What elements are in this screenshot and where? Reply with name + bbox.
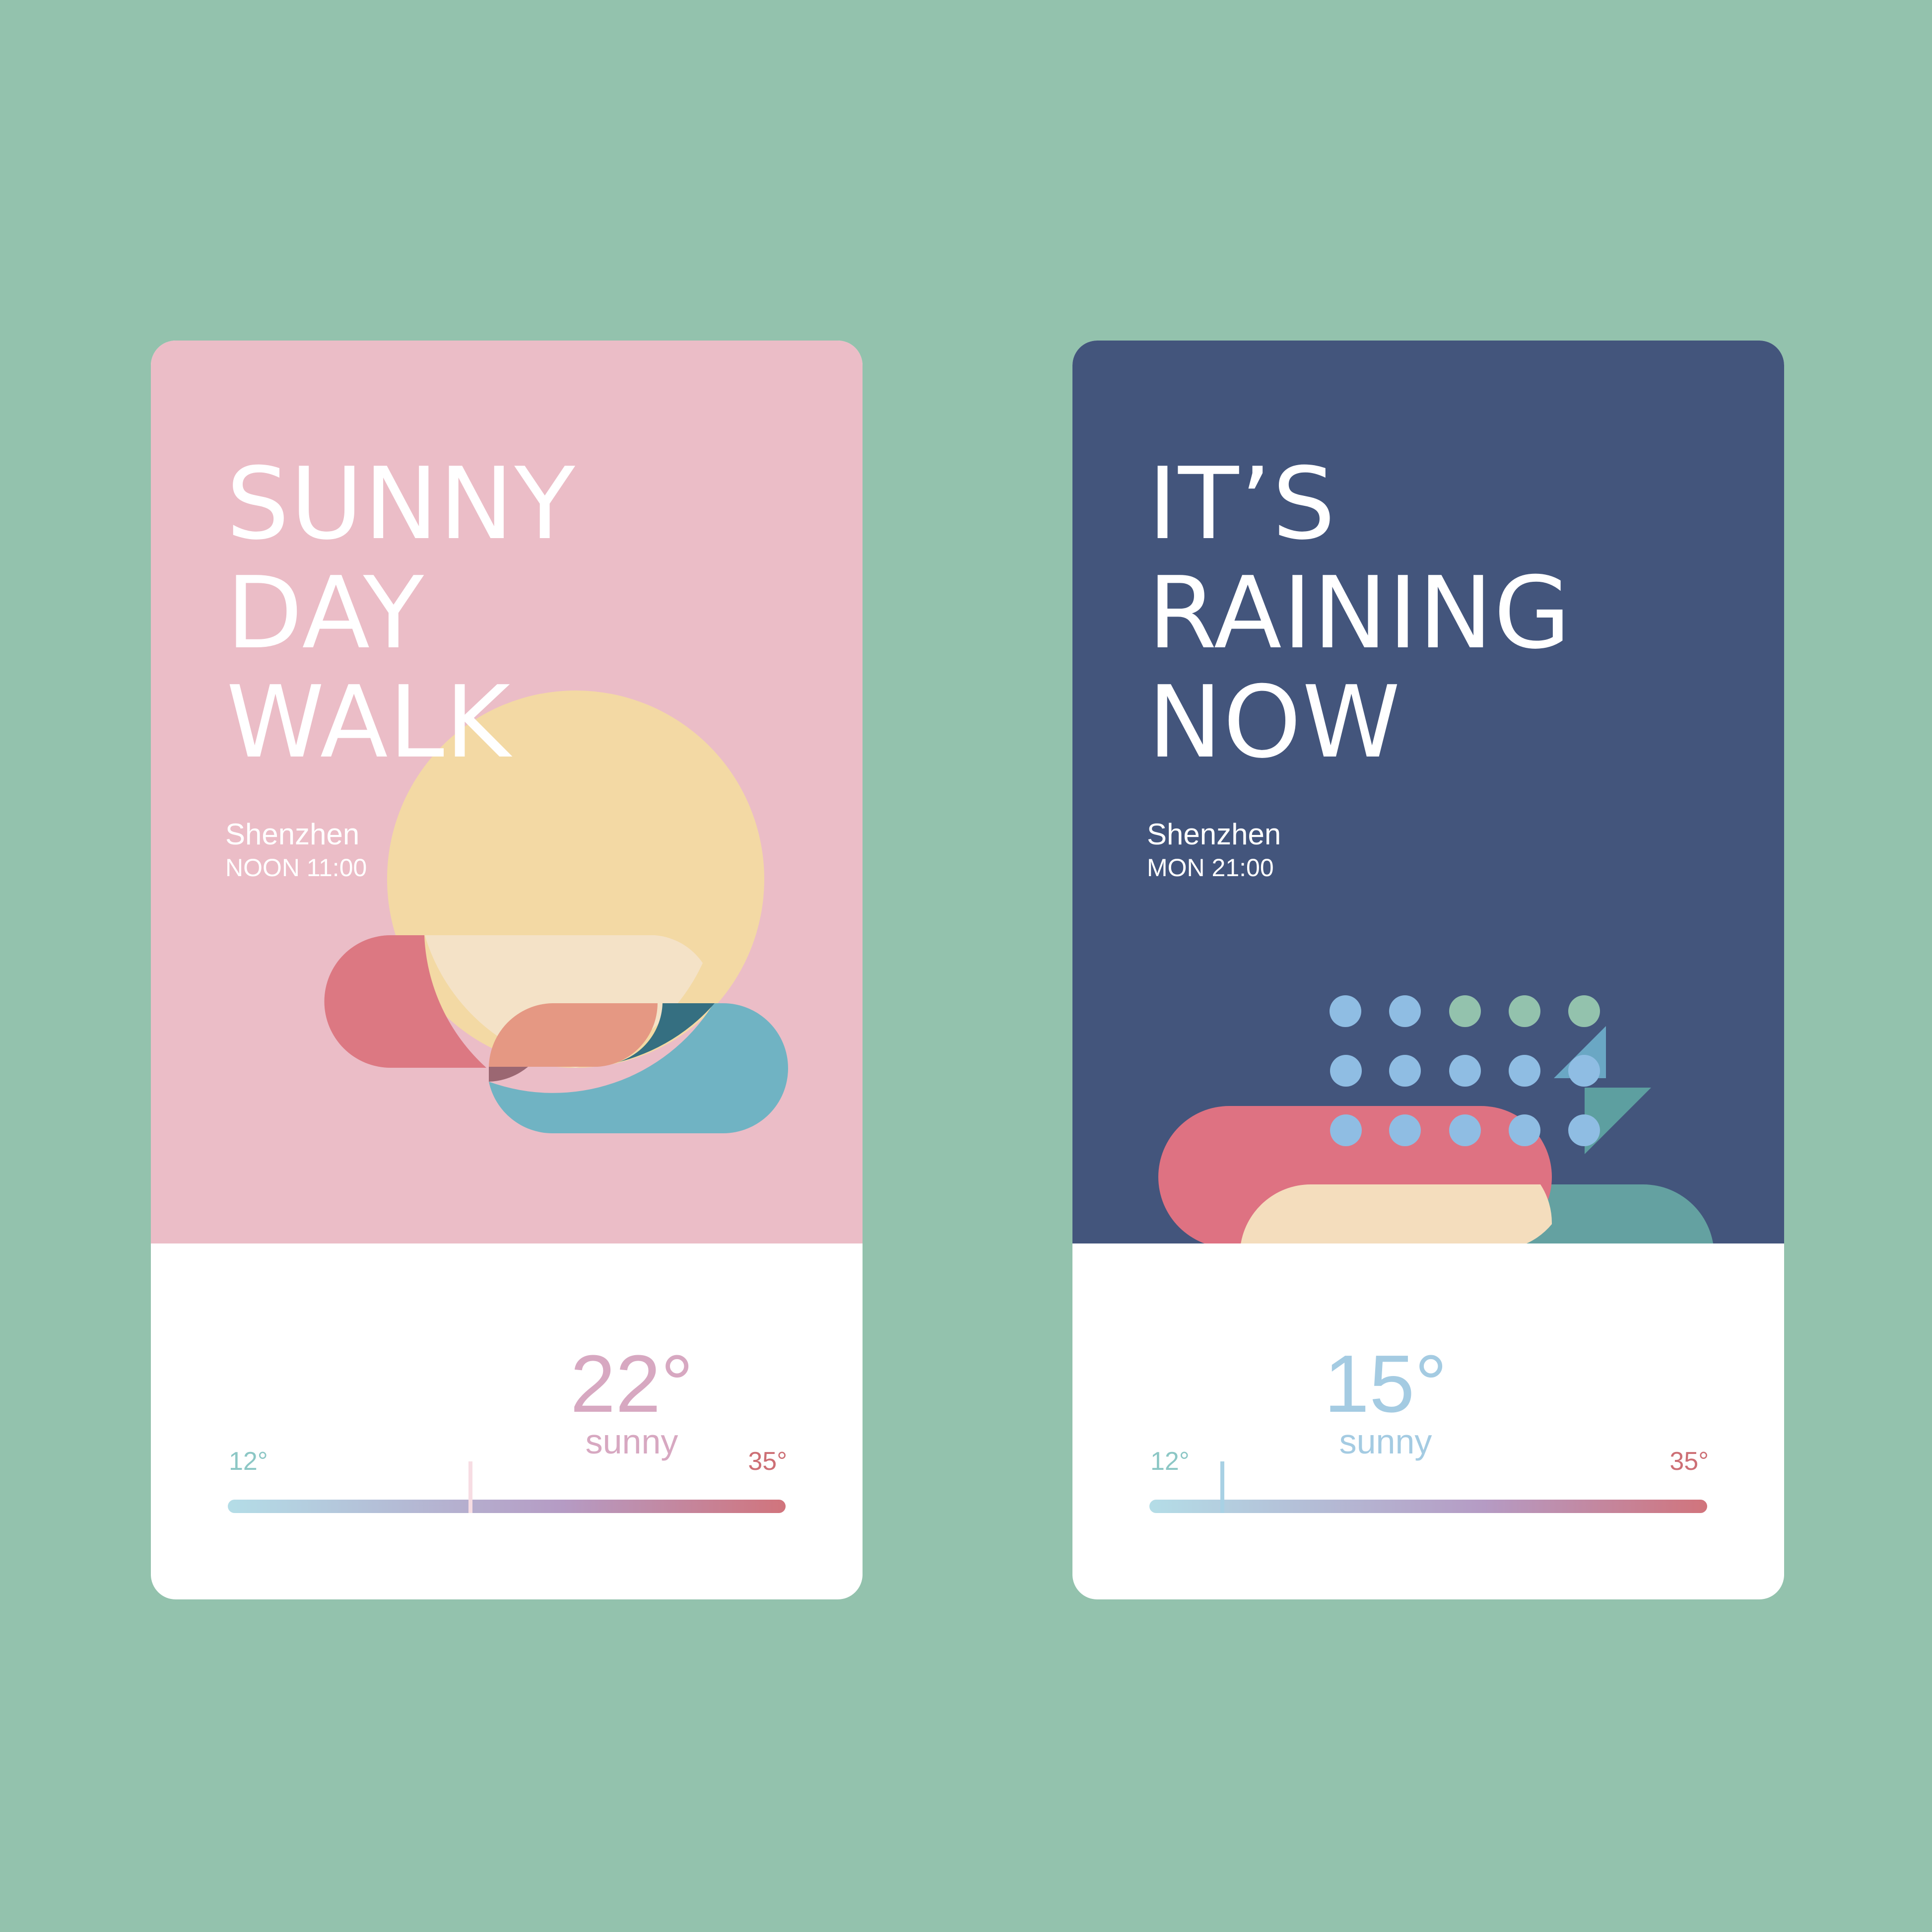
card-hero: SUNNY DAY WALK Shenzhen NOON 11:00 [151, 341, 863, 1243]
temperature-range-track [1149, 1500, 1707, 1513]
cloud-overlap [1241, 1184, 1552, 1243]
condition-label: sunny [585, 1422, 678, 1461]
weather-card-sunny[interactable]: SUNNY DAY WALK Shenzhen NOON 11:00 22° s… [151, 341, 863, 1599]
headline-line: WALK [226, 665, 512, 780]
time-label: NOON 11:00 [225, 854, 367, 882]
lightning-icon [1554, 1026, 1651, 1154]
headline-line: SUNNY [226, 446, 576, 562]
headline: SUNNY DAY WALK [226, 450, 576, 777]
current-temperature: 22° [570, 1338, 693, 1429]
city-label: Shenzhen [1147, 818, 1281, 851]
range-min-label: 12° [229, 1447, 268, 1476]
range-max-label: 35° [1669, 1447, 1709, 1476]
card-hero: IT’S RAINING NOW Shenzhen MON 21:00 [1072, 341, 1784, 1243]
weather-card-rain[interactable]: IT’S RAINING NOW Shenzhen MON 21:00 15° … [1072, 341, 1784, 1599]
headline-line: RAINING [1148, 555, 1572, 671]
cloud-brown-overlap [489, 1067, 528, 1082]
temperature-marker [1220, 1461, 1224, 1513]
headline-line: NOW [1148, 665, 1401, 780]
range-max-label: 35° [748, 1447, 787, 1476]
headline-line: IT’S [1148, 446, 1336, 562]
temperature-block: 22° sunny [533, 1338, 731, 1461]
temperature-block: 15° sunny [1286, 1338, 1485, 1461]
temperature-range-track [228, 1500, 786, 1513]
current-temperature: 15° [1324, 1338, 1447, 1429]
time-label: MON 21:00 [1147, 854, 1274, 882]
headline-line: DAY [226, 555, 425, 671]
headline: IT’S RAINING NOW [1148, 450, 1572, 777]
condition-label: sunny [1339, 1422, 1432, 1461]
city-label: Shenzhen [225, 818, 360, 851]
range-min-label: 12° [1150, 1447, 1190, 1476]
background: { "cards": [ { "headline": ["SUNNY", "DA… [0, 0, 1932, 1932]
temperature-marker [468, 1461, 472, 1513]
